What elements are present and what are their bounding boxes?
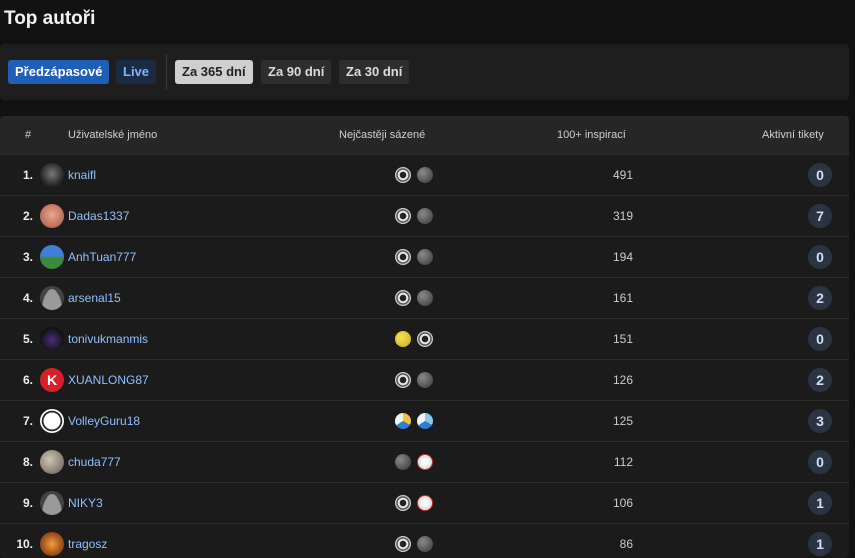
sport-icon xyxy=(395,454,411,470)
table-row[interactable]: 9. NIKY3 106 1 xyxy=(0,482,849,523)
soccer-icon xyxy=(395,372,411,388)
volleyball-icon xyxy=(395,413,411,429)
default-avatar-icon[interactable] xyxy=(40,286,64,310)
table-row[interactable]: 5. tonivukmanmis 151 0 xyxy=(0,318,849,359)
tickets-badge[interactable]: 2 xyxy=(808,286,832,310)
authors-table: # Uživatelské jméno Nejčastěji sázené 10… xyxy=(0,116,849,558)
live-button[interactable]: Live xyxy=(116,60,157,84)
rank: 8. xyxy=(22,455,33,469)
table-row[interactable]: 6. K XUANLONG87 126 2 xyxy=(0,359,849,400)
divider xyxy=(166,54,167,90)
tickets-badge[interactable]: 2 xyxy=(808,368,832,392)
username-link[interactable]: chuda777 xyxy=(68,455,121,469)
rank: 3. xyxy=(22,250,33,264)
sport-icon xyxy=(417,536,433,552)
sport-icon xyxy=(417,167,433,183)
table-row[interactable]: 3. AnhTuan777 194 0 xyxy=(0,236,849,277)
rank: 9. xyxy=(22,496,33,510)
volleyball-icon xyxy=(417,413,433,429)
sport-icon xyxy=(417,290,433,306)
header-rank: # xyxy=(25,129,32,141)
soccer-icon xyxy=(417,331,433,347)
username-link[interactable]: tonivukmanmis xyxy=(68,332,148,346)
soccer-icon xyxy=(395,167,411,183)
baseball-icon xyxy=(417,454,433,470)
baseball-icon xyxy=(417,495,433,511)
tickets-badge[interactable]: 1 xyxy=(808,532,832,556)
soccer-icon xyxy=(395,249,411,265)
avatar[interactable] xyxy=(40,163,64,187)
tickets-badge[interactable]: 7 xyxy=(808,204,832,228)
sport-icon xyxy=(417,208,433,224)
table-row[interactable]: 10. tragosz 86 1 xyxy=(0,523,849,558)
username-link[interactable]: tragosz xyxy=(68,537,107,551)
inspirations-count: 125 xyxy=(612,414,633,428)
tickets-badge[interactable]: 3 xyxy=(808,409,832,433)
rank: 4. xyxy=(22,291,33,305)
header-inspirations[interactable]: 100+ inspirací xyxy=(557,129,626,141)
period-365-button[interactable]: Za 365 dní xyxy=(175,60,253,84)
inspirations-count: 194 xyxy=(612,250,633,264)
inspirations-count: 491 xyxy=(612,168,633,182)
avatar[interactable] xyxy=(40,245,64,269)
username-link[interactable]: VolleyGuru18 xyxy=(68,414,140,428)
default-avatar-icon[interactable] xyxy=(40,491,64,515)
soccer-icon xyxy=(395,536,411,552)
username-link[interactable]: knaifl xyxy=(68,168,96,182)
period-30-button[interactable]: Za 30 dní xyxy=(339,60,410,84)
rank: 1. xyxy=(22,168,33,182)
avatar[interactable]: K xyxy=(40,368,64,392)
tickets-badge[interactable]: 0 xyxy=(808,163,832,187)
username-link[interactable]: NIKY3 xyxy=(68,496,103,510)
sport-icon xyxy=(417,372,433,388)
inspirations-count: 126 xyxy=(612,373,633,387)
soccer-icon xyxy=(395,495,411,511)
inspirations-count: 151 xyxy=(612,332,633,346)
table-row[interactable]: 2. Dadas1337 319 7 xyxy=(0,195,849,236)
sport-icon xyxy=(417,249,433,265)
rank: 10. xyxy=(16,537,33,551)
avatar[interactable] xyxy=(40,532,64,556)
inspirations-count: 86 xyxy=(619,537,633,551)
table-header: # Uživatelské jméno Nejčastěji sázené 10… xyxy=(0,116,849,154)
table-row[interactable]: 7. VolleyGuru18 125 3 xyxy=(0,400,849,441)
inspirations-count: 106 xyxy=(612,496,633,510)
soccer-icon xyxy=(395,208,411,224)
page-title: Top autoři xyxy=(4,8,96,29)
rank: 2. xyxy=(22,209,33,223)
table-row[interactable]: 4. arsenal15 161 2 xyxy=(0,277,849,318)
filter-bar: Předzápasové Live Za 365 dní Za 90 dní Z… xyxy=(0,44,849,100)
rank: 7. xyxy=(22,414,33,428)
table-row[interactable]: 1. knaifl 491 0 xyxy=(0,154,849,195)
inspirations-count: 161 xyxy=(612,291,633,305)
username-link[interactable]: AnhTuan777 xyxy=(68,250,136,264)
avatar[interactable] xyxy=(40,450,64,474)
predzapasove-button[interactable]: Předzápasové xyxy=(8,60,110,84)
tickets-badge[interactable]: 0 xyxy=(808,450,832,474)
header-sports[interactable]: Nejčastěji sázené xyxy=(339,129,425,141)
avatar[interactable] xyxy=(40,204,64,228)
rank: 6. xyxy=(22,373,33,387)
header-username[interactable]: Uživatelské jméno xyxy=(68,129,157,141)
inspirations-count: 112 xyxy=(613,455,633,469)
soccer-icon xyxy=(395,290,411,306)
inspirations-count: 319 xyxy=(612,209,633,223)
tickets-badge[interactable]: 1 xyxy=(808,491,832,515)
avatar[interactable] xyxy=(40,409,64,433)
username-link[interactable]: Dadas1337 xyxy=(68,209,129,223)
tickets-badge[interactable]: 0 xyxy=(808,245,832,269)
username-link[interactable]: XUANLONG87 xyxy=(68,373,149,387)
period-90-button[interactable]: Za 90 dní xyxy=(261,60,332,84)
table-row[interactable]: 8. chuda777 112 0 xyxy=(0,441,849,482)
tickets-badge[interactable]: 0 xyxy=(808,327,832,351)
rank: 5. xyxy=(22,332,33,346)
header-tickets[interactable]: Aktivní tikety xyxy=(762,129,824,141)
tennis-icon xyxy=(395,331,411,347)
avatar[interactable] xyxy=(40,327,64,351)
username-link[interactable]: arsenal15 xyxy=(68,291,121,305)
